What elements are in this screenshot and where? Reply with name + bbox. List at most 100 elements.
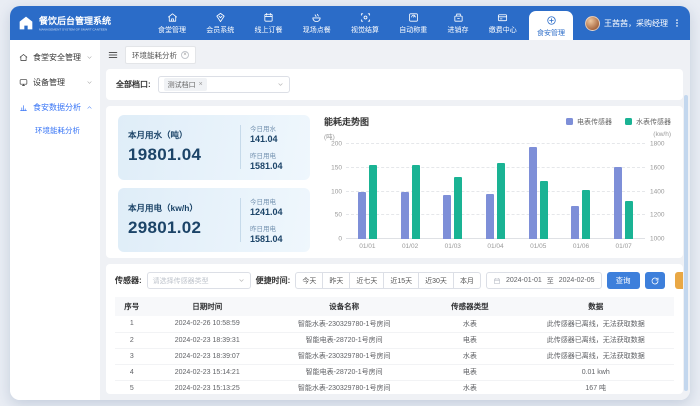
stall-select[interactable]: 测试档口 ×: [158, 76, 290, 93]
vision-checkout-icon: [360, 12, 371, 23]
query-button[interactable]: 查询: [607, 272, 640, 289]
nav-item-label: 缴费中心: [489, 25, 517, 35]
bar: [412, 165, 420, 239]
tab-close-icon[interactable]: ×: [181, 51, 189, 59]
bar: [497, 163, 505, 239]
more-menu-icon[interactable]: [672, 18, 682, 28]
legend-swatch: [625, 118, 632, 125]
date-range-picker[interactable]: 2024-01-01 至 2024-02-05: [486, 272, 602, 289]
quick-time-buttons: 今天昨天近七天近15天近30天本月: [295, 272, 481, 289]
nav-item-online-order[interactable]: 线上订餐: [247, 6, 291, 40]
legend-item[interactable]: 电表传感器: [566, 117, 612, 127]
nav-item-food-safety[interactable]: 食安管理: [529, 11, 573, 40]
user-menu[interactable]: 王茜茜，采购经理: [585, 16, 682, 31]
collapse-sidebar-icon[interactable]: [108, 50, 118, 60]
table-cell: 此传感器已离线，无法获取数据: [517, 332, 674, 348]
table-cell: 水表: [422, 380, 517, 394]
bar: [358, 192, 366, 240]
payment-center-icon: [497, 12, 508, 23]
tag-remove-icon[interactable]: ×: [199, 81, 203, 88]
table-cell: 此传感器已离线，无法获取数据: [517, 348, 674, 364]
bar-group: [474, 144, 517, 239]
left-tick-label: 100: [331, 188, 342, 195]
nav-item-auto-weigh[interactable]: 自动称重: [391, 6, 435, 40]
legend-label: 水表传感器: [636, 117, 671, 127]
quick-time-button[interactable]: 本月: [453, 272, 481, 289]
nav-item-label: 进销存: [448, 25, 469, 35]
table-cell: 4: [115, 364, 149, 380]
tab-env-energy-analysis[interactable]: 环境能耗分析 ×: [125, 46, 196, 64]
table-cell: 电表: [422, 364, 517, 380]
auto-weigh-icon: [408, 12, 419, 23]
app-subtitle: MANAGEMENT SYSTEM OF SMART CANTEEN: [39, 28, 107, 32]
nav-item-label: 食堂管理: [158, 25, 186, 35]
sidebar-item-canteen-safety[interactable]: 食堂安全管理: [10, 45, 100, 70]
sidebar-subitem[interactable]: 环境能耗分析: [10, 120, 100, 141]
table-cell: 2024-02-26 10:58:59: [149, 316, 266, 332]
energy-trend-chart: 能耗走势图 电表传感器水表传感器 (吨) (kw/h) 050100150200…: [324, 115, 671, 252]
date-end[interactable]: 2024-02-05: [559, 277, 595, 284]
quick-time-button[interactable]: 近15天: [383, 272, 419, 289]
refresh-button[interactable]: [645, 272, 665, 289]
stall-filter-bar: 全部档口: 测试档口 ×: [106, 69, 683, 100]
date-start[interactable]: 2024-01-01: [506, 277, 542, 284]
quick-time-button[interactable]: 今天: [295, 272, 323, 289]
nav-item-payment-center[interactable]: 缴费中心: [481, 6, 525, 40]
bar: [571, 206, 579, 239]
tab-bar: 环境能耗分析 ×: [108, 46, 683, 64]
nav-item-vision-checkout[interactable]: 视觉结算: [343, 6, 387, 40]
chevron-down-icon: [86, 79, 93, 86]
dashboard-card: 本月用水（吨）19801.04今日用水141.04昨日用电1581.04本月用电…: [106, 106, 683, 258]
bar-group: [517, 144, 560, 239]
right-tick-label: 1800: [650, 141, 664, 148]
stat-detail-label: 今日用电: [250, 196, 300, 206]
bar-group: [602, 144, 645, 239]
stat-card: 本月用电（kw/h）29801.02今日用电1241.04昨日用电1581.04: [118, 188, 310, 253]
export-button[interactable]: 导出: [675, 272, 683, 289]
sensor-filter-label: 传感器:: [115, 275, 142, 286]
bar: [401, 192, 409, 240]
calendar-icon: [493, 277, 501, 285]
table-cell: 电表: [422, 332, 517, 348]
left-axis-ticks: 050100150200: [324, 144, 346, 239]
stat-detail-label: 昨日用电: [250, 223, 300, 233]
quick-time-button[interactable]: 昨天: [322, 272, 350, 289]
canteen-safety-icon: [19, 53, 28, 62]
chevron-down-icon: [277, 81, 284, 88]
bar: [369, 165, 377, 239]
food-safety-icon: [546, 15, 557, 26]
left-tick-label: 200: [331, 141, 342, 148]
app-title: 餐饮后台管理系统: [39, 14, 149, 27]
x-tick-label: 01/06: [560, 239, 603, 252]
nav-item-onsite-order[interactable]: 现场点餐: [295, 6, 339, 40]
quick-time-button[interactable]: 近七天: [349, 272, 384, 289]
scrollbar[interactable]: [684, 95, 688, 391]
nav-item-member[interactable]: 会员系统: [198, 6, 242, 40]
sidebar-item-equipment[interactable]: 设备管理: [10, 70, 100, 95]
nav-item-canteen[interactable]: 食堂管理: [150, 6, 194, 40]
sidebar-item-data-analysis[interactable]: 食安数据分析: [10, 95, 100, 120]
nav-item-inventory[interactable]: 进销存: [440, 6, 477, 40]
quick-time-button[interactable]: 近30天: [418, 272, 454, 289]
bar: [582, 190, 590, 239]
stat-title: 本月用水（吨）: [128, 129, 231, 141]
sensor-type-select[interactable]: 请选择传感器类型: [147, 272, 251, 289]
table-cell: 167 吨: [517, 380, 674, 394]
table-cell: 水表: [422, 316, 517, 332]
table-cell: 2024-02-23 18:39:07: [149, 348, 266, 364]
nav-item-label: 会员系统: [206, 25, 234, 35]
stat-title: 本月用电（kw/h）: [128, 202, 231, 214]
table-header-cell: 日期时间: [149, 297, 266, 316]
table-cell: 1: [115, 316, 149, 332]
legend-swatch: [566, 118, 573, 125]
bar: [529, 147, 537, 239]
table-cell: 水表: [422, 348, 517, 364]
left-axis-unit: (吨): [324, 131, 335, 141]
table-row: 42024-02-23 15:14:21智能电表-28720-1号房间电表0.0…: [115, 364, 674, 380]
legend-item[interactable]: 水表传感器: [625, 117, 671, 127]
canteen-icon: [167, 12, 178, 23]
table-row: 22024-02-23 18:39:31智能电表-28720-1号房间电表此传感…: [115, 332, 674, 348]
right-tick-label: 1600: [650, 164, 664, 171]
stat-cards: 本月用水（吨）19801.04今日用水141.04昨日用电1581.04本月用电…: [118, 115, 310, 252]
left-tick-label: 50: [335, 212, 342, 219]
